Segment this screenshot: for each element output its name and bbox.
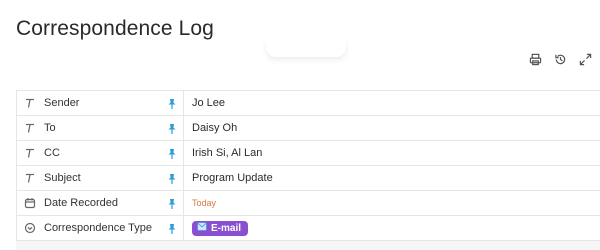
property-value[interactable]: E-mail <box>184 216 600 240</box>
property-name-cell[interactable]: Sender <box>17 91 184 115</box>
calendar-icon <box>23 196 37 210</box>
top-handle-tab[interactable] <box>266 39 346 57</box>
pin-icon[interactable] <box>167 222 177 234</box>
history-icon <box>554 53 567 71</box>
property-label: Date Recorded <box>44 197 118 209</box>
email-tag[interactable]: E-mail <box>192 220 249 236</box>
date-value-today: Today <box>192 198 217 208</box>
property-label: To <box>44 122 56 134</box>
tag-label: E-mail <box>211 222 242 234</box>
text-type-icon <box>23 146 37 160</box>
select-type-icon <box>23 221 37 235</box>
pin-icon[interactable] <box>167 172 177 184</box>
pin-icon[interactable] <box>167 97 177 109</box>
pin-icon[interactable] <box>167 197 177 209</box>
text-type-icon <box>23 171 37 185</box>
property-label: Sender <box>44 97 80 109</box>
property-name-cell[interactable]: Date Recorded <box>17 191 184 215</box>
history-button[interactable] <box>554 53 567 71</box>
pin-icon[interactable] <box>167 122 177 134</box>
text-type-icon <box>23 96 37 110</box>
expand-button[interactable] <box>579 53 592 71</box>
properties-table: Sender Jo Lee To Daisy Oh CC Irish Si, A… <box>16 90 600 241</box>
footer-strip <box>16 241 600 250</box>
property-row-subject: Subject Program Update <box>17 166 600 191</box>
property-row-correspondence-type: Correspondence Type E-mail <box>17 216 600 241</box>
text-type-icon <box>23 121 37 135</box>
property-name-cell[interactable]: To <box>17 116 184 140</box>
property-row-to: To Daisy Oh <box>17 116 600 141</box>
pin-icon[interactable] <box>167 147 177 159</box>
property-value[interactable]: Today <box>184 191 600 215</box>
property-value[interactable]: Daisy Oh <box>184 116 600 140</box>
email-icon <box>197 222 207 234</box>
property-label: Correspondence Type <box>44 222 153 234</box>
property-name-cell[interactable]: Subject <box>17 166 184 190</box>
property-label: Subject <box>44 172 81 184</box>
property-name-cell[interactable]: CC <box>17 141 184 165</box>
print-button[interactable] <box>529 53 542 71</box>
print-icon <box>529 53 542 71</box>
property-value[interactable]: Jo Lee <box>184 91 600 115</box>
property-row-date-recorded: Date Recorded Today <box>17 191 600 216</box>
page-title: Correspondence Log <box>16 17 214 40</box>
property-value[interactable]: Program Update <box>184 166 600 190</box>
expand-icon <box>579 53 592 71</box>
property-row-sender: Sender Jo Lee <box>17 91 600 116</box>
property-name-cell[interactable]: Correspondence Type <box>17 216 184 240</box>
property-label: CC <box>44 147 60 159</box>
toolbar <box>529 53 592 71</box>
property-row-cc: CC Irish Si, Al Lan <box>17 141 600 166</box>
property-value[interactable]: Irish Si, Al Lan <box>184 141 600 165</box>
